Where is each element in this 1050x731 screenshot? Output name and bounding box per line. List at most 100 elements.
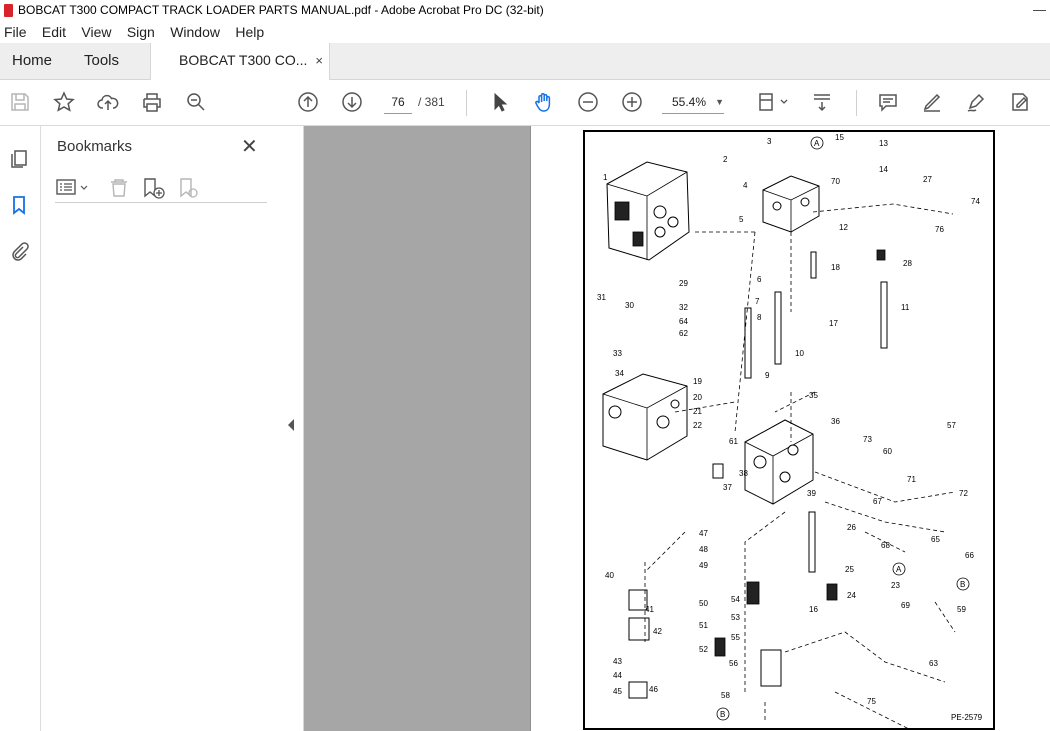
minimize-button[interactable]: —: [1033, 2, 1046, 17]
part-number-label: 49: [699, 561, 708, 570]
exploded-parts-diagram: A A B B 12345678910111213141516171819202…: [597, 133, 983, 728]
part-number-label: 54: [731, 595, 740, 604]
part-number-label: 62: [679, 329, 688, 338]
part-number-label: 4: [743, 181, 748, 190]
delete-bookmark-icon[interactable]: [111, 179, 127, 197]
part-number-label: 74: [971, 197, 980, 206]
part-number-label: 9: [765, 371, 770, 380]
page-thumbnails-icon[interactable]: [8, 148, 30, 170]
zoom-in-icon[interactable]: [620, 90, 644, 114]
highlight-pen-icon[interactable]: [920, 90, 944, 114]
svg-text:A: A: [814, 139, 820, 148]
tab-close-icon[interactable]: ×: [315, 43, 323, 78]
part-number-label: 43: [613, 657, 622, 666]
part-number-label: 40: [605, 571, 614, 580]
part-number-label: 76: [935, 225, 944, 234]
bookmark-properties-icon[interactable]: [180, 178, 198, 198]
valve-assembly-top: [606, 161, 690, 261]
title-bar: BOBCAT T300 COMPACT TRACK LOADER PARTS M…: [0, 0, 1050, 23]
part-number-label: 57: [947, 421, 956, 430]
part-number-label: 59: [957, 605, 966, 614]
comment-icon[interactable]: [876, 90, 900, 114]
part-number-label: 44: [613, 671, 622, 680]
tab-bar: Home Tools BOBCAT T300 CO... ×: [0, 43, 1050, 80]
part-number-label: 67: [873, 497, 882, 506]
panel-collapse-strip[interactable]: [281, 126, 304, 731]
part-number-label: 36: [831, 417, 840, 426]
zoom-level-select[interactable]: 55.4% ▼: [662, 91, 724, 114]
pdf-page[interactable]: A A B B 1 2 3 4 5 6 7 8 9 10 11 12 13 14 15 16 17 18 19 20 2…: [583, 130, 995, 730]
part-number-label: 21: [693, 407, 702, 416]
zoom-level-value: 55.4%: [672, 95, 707, 109]
part-number-label: 23: [891, 581, 900, 590]
part-number-label: 53: [731, 613, 740, 622]
part-number-label: 39: [807, 489, 816, 498]
part-number-label: 38: [739, 469, 748, 478]
part-number-label: 41: [645, 605, 654, 614]
document-view[interactable]: A A B B 1 2 3 4 5 6 7 8 9 10 11 12 13 14 15 16 17 18 19 20 2…: [304, 126, 1050, 731]
save-icon[interactable]: [8, 90, 32, 114]
part-number-label: 45: [613, 687, 622, 696]
hand-tool-icon[interactable]: [532, 90, 556, 114]
svg-text:A: A: [896, 565, 902, 574]
part-number-label: 75: [867, 697, 876, 706]
new-bookmark-icon[interactable]: [144, 178, 165, 199]
menu-view[interactable]: View: [81, 24, 111, 40]
part-number-label: 26: [847, 523, 856, 532]
part-number-label: 35: [809, 391, 818, 400]
menu-file[interactable]: File: [4, 24, 27, 40]
page-layout-icon[interactable]: [756, 90, 790, 114]
previous-page-icon[interactable]: [296, 90, 320, 114]
tab-document[interactable]: BOBCAT T300 CO... ×: [150, 43, 330, 80]
print-icon[interactable]: [140, 90, 164, 114]
part-number-label: 42: [653, 627, 662, 636]
part-number-label: 58: [721, 691, 730, 700]
upload-cloud-icon[interactable]: [96, 90, 120, 114]
part-number-label: 29: [679, 279, 688, 288]
bookmark-options-icon[interactable]: [56, 179, 88, 195]
zoom-out-icon[interactable]: [576, 90, 600, 114]
svg-text:B: B: [960, 580, 965, 589]
next-page-icon[interactable]: [340, 90, 364, 114]
scroll-mode-icon[interactable]: [810, 90, 834, 114]
menu-help[interactable]: Help: [235, 24, 264, 40]
tab-home[interactable]: Home: [12, 43, 52, 79]
part-number-label: 1: [603, 173, 608, 182]
zoom-search-icon[interactable]: [184, 90, 208, 114]
page-total: / 381: [418, 95, 445, 109]
bookmark-icon[interactable]: [8, 194, 30, 216]
menu-edit[interactable]: Edit: [42, 24, 66, 40]
star-icon[interactable]: [52, 90, 76, 114]
bookmarks-title: Bookmarks: [57, 138, 133, 155]
close-panel-icon[interactable]: ✕: [241, 134, 258, 159]
menu-sign[interactable]: Sign: [127, 24, 155, 40]
part-number-label: 12: [839, 223, 848, 232]
part-number-label: 13: [879, 139, 888, 148]
part-number-label: 30: [625, 301, 634, 310]
sign-pen-icon[interactable]: [964, 90, 988, 114]
tab-document-label: BOBCAT T300 CO...: [179, 52, 308, 68]
drawing-id: PE-2579: [951, 713, 983, 722]
part-number-label: 50: [699, 599, 708, 608]
menu-window[interactable]: Window: [170, 24, 220, 40]
tab-tools[interactable]: Tools: [84, 43, 119, 79]
select-cursor-icon[interactable]: [488, 90, 512, 114]
part-number-label: 2: [723, 155, 728, 164]
part-number-label: 6: [757, 275, 762, 284]
part-number-label: 63: [929, 659, 938, 668]
page-number-input[interactable]: 76: [384, 91, 412, 114]
part-number-label: 17: [829, 319, 838, 328]
attachment-icon[interactable]: [8, 240, 30, 262]
navigation-rail: [0, 126, 41, 731]
toolbar-divider: [856, 90, 857, 116]
window-title: BOBCAT T300 COMPACT TRACK LOADER PARTS M…: [18, 3, 544, 17]
collapse-arrow-icon[interactable]: [288, 419, 294, 431]
part-number-label: 55: [731, 633, 740, 642]
edit-pdf-icon[interactable]: [1008, 90, 1032, 114]
part-number-label: 32: [679, 303, 688, 312]
valve-body-center: [744, 419, 814, 505]
part-number-label: 61: [729, 437, 738, 446]
part-number-label: 27: [923, 175, 932, 184]
part-number-label: 71: [907, 475, 916, 484]
part-number-label: 3: [767, 137, 772, 146]
